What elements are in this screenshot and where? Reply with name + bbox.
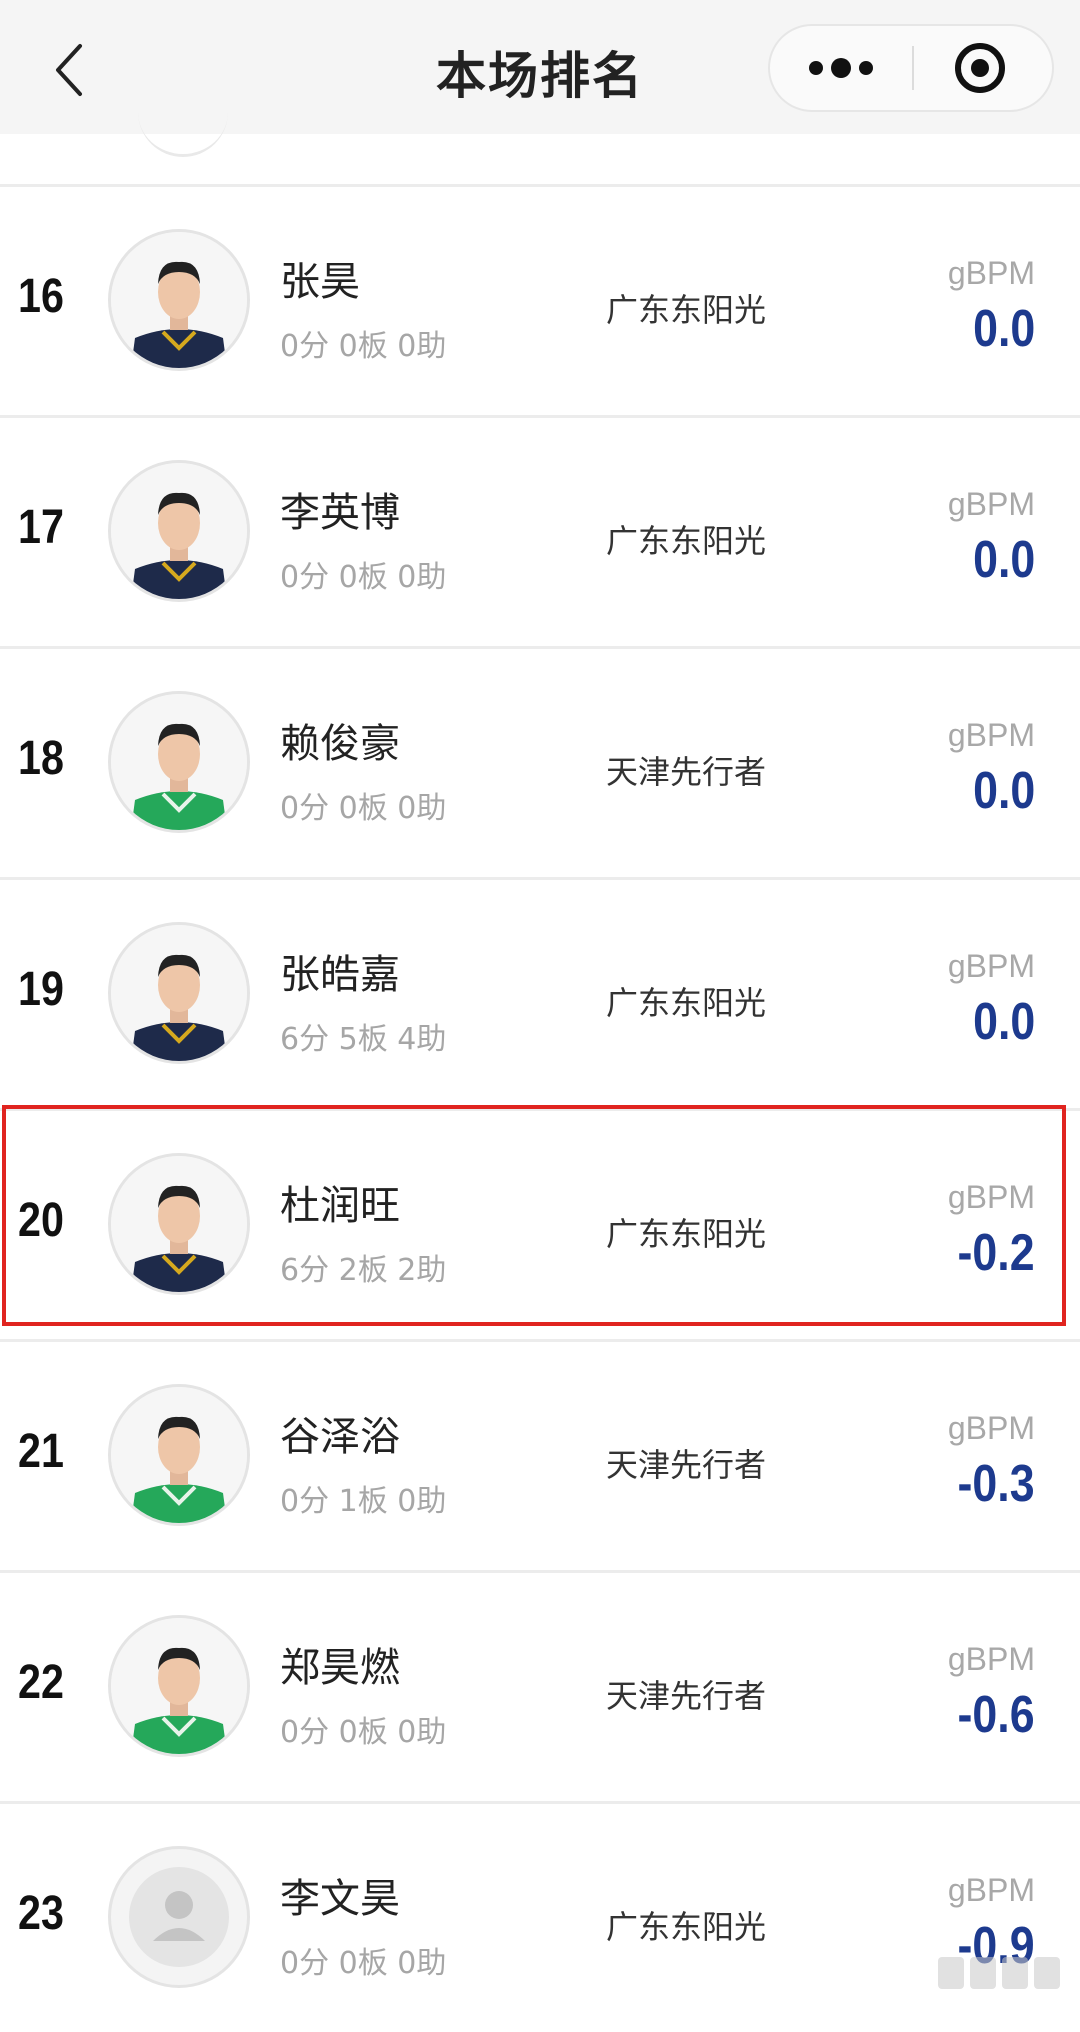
player-photo-icon xyxy=(111,1387,247,1523)
player-photo-icon xyxy=(111,694,247,830)
metric-value: -0.6 xyxy=(957,1686,1035,1744)
team-name: 广东东阳光 xyxy=(606,291,767,329)
rank-number: 17 xyxy=(18,501,64,554)
more-dots-icon xyxy=(809,58,873,78)
player-photo-icon xyxy=(111,463,247,599)
rank-number: 19 xyxy=(18,963,64,1016)
player-stats: 0分 0板 0助 xyxy=(280,1715,447,1750)
player-avatar[interactable] xyxy=(108,1615,250,1757)
team-name: 天津先行者 xyxy=(606,1446,767,1484)
rank-number: 16 xyxy=(18,270,64,323)
metric-value: 0.0 xyxy=(972,762,1035,820)
target-close-icon xyxy=(955,43,1005,93)
player-photo-icon xyxy=(111,1156,247,1292)
player-stats: 6分 5板 4助 xyxy=(280,1022,447,1057)
metric-label: gBPM xyxy=(947,717,1035,753)
player-stats: 6分 2板 2助 xyxy=(280,1253,447,1288)
team-name: 广东东阳光 xyxy=(606,522,767,560)
rank-number: 22 xyxy=(18,1656,64,1709)
player-row[interactable]: 23 李文昊 0分 0板 0助 广东东阳光 gBPM -0.9 xyxy=(0,1801,1080,2032)
metric-value: 0.0 xyxy=(972,300,1035,358)
player-stats: 0分 0板 0助 xyxy=(280,791,447,826)
metric-label: gBPM xyxy=(947,948,1035,984)
player-row[interactable]: 18 赖俊豪 0分 0板 0助 天津先行者 gBPM 0.0 xyxy=(0,646,1080,877)
player-avatar[interactable] xyxy=(108,460,250,602)
player-row-highlighted[interactable]: 20 杜润旺 6分 2板 2助 广东东阳光 gBPM -0.2 xyxy=(0,1105,1080,1339)
team-name: 广东东阳光 xyxy=(606,1215,767,1253)
default-avatar-icon xyxy=(129,1867,229,1967)
player-avatar[interactable] xyxy=(108,229,250,371)
avatar-edge xyxy=(138,94,228,157)
player-stats: 0分 1板 0助 xyxy=(280,1484,447,1519)
team-name: 广东东阳光 xyxy=(606,1908,767,1946)
metric-label: gBPM xyxy=(947,1410,1035,1446)
metric-label: gBPM xyxy=(947,1179,1035,1215)
player-name: 李文昊 xyxy=(280,1876,400,1922)
miniprogram-capsule xyxy=(768,24,1054,112)
previous-row-edge xyxy=(0,134,1080,184)
rank-number: 23 xyxy=(18,1887,64,1940)
rank-number: 21 xyxy=(18,1425,64,1478)
metric-label: gBPM xyxy=(947,486,1035,522)
player-avatar[interactable] xyxy=(108,922,250,1064)
player-name: 张昊 xyxy=(280,259,360,305)
player-stats: 0分 0板 0助 xyxy=(280,1946,447,1981)
player-avatar[interactable] xyxy=(108,691,250,833)
player-stats: 0分 0板 0助 xyxy=(280,329,447,364)
team-name: 广东东阳光 xyxy=(606,984,767,1022)
team-name: 天津先行者 xyxy=(606,1677,767,1715)
metric-value: 0.0 xyxy=(972,531,1035,589)
metric-label: gBPM xyxy=(947,255,1035,291)
team-name: 天津先行者 xyxy=(606,753,767,791)
player-avatar[interactable] xyxy=(108,1846,250,1988)
player-name: 谷泽浴 xyxy=(280,1414,400,1460)
metric-value: -0.9 xyxy=(957,1917,1035,1975)
player-photo-icon xyxy=(111,1618,247,1754)
metric-value: -0.3 xyxy=(957,1455,1035,1513)
metric-label: gBPM xyxy=(947,1641,1035,1677)
player-name: 李英博 xyxy=(280,490,400,536)
player-name: 张皓嘉 xyxy=(280,952,400,998)
player-row[interactable]: 19 张皓嘉 6分 5板 4助 广东东阳光 gBPM 0.0 xyxy=(0,877,1080,1108)
metric-value: 0.0 xyxy=(972,993,1035,1051)
rank-number: 20 xyxy=(18,1194,64,1247)
player-name: 郑昊燃 xyxy=(280,1645,400,1691)
player-name: 赖俊豪 xyxy=(280,721,400,767)
player-photo-icon xyxy=(111,925,247,1061)
metric-label: gBPM xyxy=(947,1872,1035,1908)
close-button[interactable] xyxy=(914,26,1052,110)
player-avatar[interactable] xyxy=(108,1153,250,1295)
metric-value: -0.2 xyxy=(957,1224,1035,1282)
player-row[interactable]: 21 谷泽浴 0分 1板 0助 天津先行者 gBPM -0.3 xyxy=(0,1339,1080,1570)
player-row[interactable]: 22 郑昊燃 0分 0板 0助 天津先行者 gBPM -0.6 xyxy=(0,1570,1080,1801)
player-photo-icon xyxy=(111,232,247,368)
player-row[interactable]: 16 张昊 0分 0板 0助 广东东阳光 gBPM 0.0 xyxy=(0,184,1080,415)
ranking-list: 16 张昊 0分 0板 0助 广东东阳光 gBPM 0.0 17 李英博 0分 0板 0助 广东东… xyxy=(0,184,1080,2032)
player-name: 杜润旺 xyxy=(280,1183,400,1229)
player-stats: 0分 0板 0助 xyxy=(280,560,447,595)
player-avatar[interactable] xyxy=(108,1384,250,1526)
rank-number: 18 xyxy=(18,732,64,785)
more-button[interactable] xyxy=(770,26,912,110)
player-row[interactable]: 17 李英博 0分 0板 0助 广东东阳光 gBPM 0.0 xyxy=(0,415,1080,646)
